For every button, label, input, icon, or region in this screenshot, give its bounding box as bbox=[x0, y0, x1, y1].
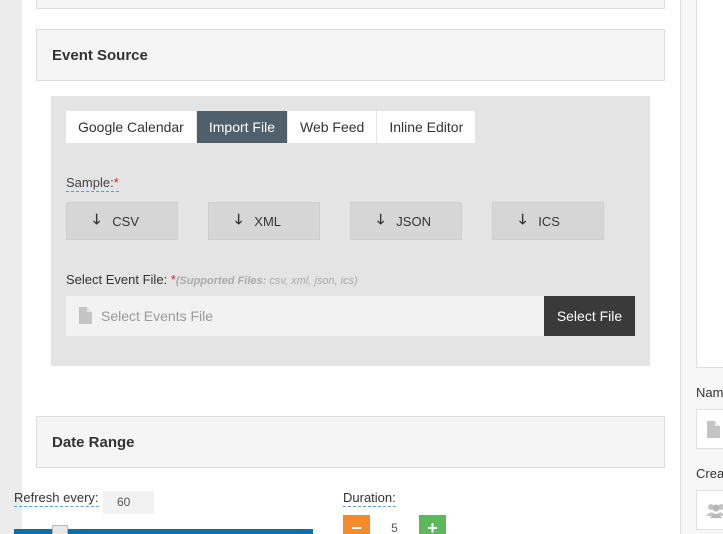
download-arrow-icon: 🡓 bbox=[93, 211, 101, 227]
sample-label: Sample:* bbox=[66, 175, 119, 192]
date-range-title: Date Range bbox=[52, 434, 135, 451]
events-file-input[interactable]: Select Events File bbox=[66, 296, 544, 336]
tab-google-calendar[interactable]: Google Calendar bbox=[66, 111, 197, 143]
sample-json-button[interactable]: 🡓 JSON bbox=[350, 202, 462, 240]
download-arrow-icon: 🡓 bbox=[377, 211, 385, 227]
tab-inline-editor[interactable]: Inline Editor bbox=[377, 111, 477, 143]
file-icon bbox=[707, 421, 720, 438]
sample-xml-button[interactable]: 🡓 XML bbox=[208, 202, 320, 240]
select-event-file-label: Select Event File: *(Supported Files: cs… bbox=[66, 272, 358, 287]
download-arrow-icon: 🡓 bbox=[235, 211, 243, 227]
refresh-slider-handle[interactable] bbox=[52, 525, 68, 534]
source-tabs: Google Calendar Import File Web Feed Inl… bbox=[66, 111, 477, 143]
event-source-header[interactable]: Event Source bbox=[36, 29, 665, 81]
sample-ics-button[interactable]: 🡓 ICS bbox=[492, 202, 604, 240]
right-sidebar-box bbox=[696, 0, 723, 368]
refresh-value-input[interactable]: 60 bbox=[103, 491, 154, 514]
sample-csv-button[interactable]: 🡓 CSV bbox=[66, 202, 178, 240]
duration-label: Duration: bbox=[343, 490, 396, 507]
name-field[interactable] bbox=[696, 409, 723, 449]
right-sidebar: Nam Crea bbox=[681, 0, 723, 534]
event-source-title: Event Source bbox=[52, 47, 148, 64]
date-range-header[interactable]: Date Range bbox=[36, 416, 665, 468]
duration-decrement-button[interactable]: − bbox=[343, 515, 370, 534]
created-label: Crea bbox=[696, 466, 723, 481]
file-icon bbox=[79, 307, 92, 324]
name-label: Nam bbox=[696, 385, 723, 400]
file-placeholder: Select Events File bbox=[101, 308, 214, 324]
sample-csv-label: CSV bbox=[112, 213, 140, 229]
required-marker: * bbox=[113, 175, 119, 190]
sample-ics-label: ICS bbox=[538, 213, 560, 229]
main-content: Event Source Google Calendar Import File… bbox=[22, 0, 681, 534]
sample-json-label: JSON bbox=[396, 213, 431, 229]
download-arrow-icon: 🡓 bbox=[519, 211, 527, 227]
created-by-field[interactable] bbox=[696, 490, 723, 530]
duration-increment-button[interactable]: + bbox=[419, 515, 446, 534]
tab-import-file[interactable]: Import File bbox=[196, 111, 288, 143]
sample-xml-label: XML bbox=[254, 213, 282, 229]
previous-section-box bbox=[36, 0, 665, 9]
tab-web-feed[interactable]: Web Feed bbox=[287, 111, 378, 143]
refresh-every-label: Refresh every: bbox=[14, 490, 99, 507]
supported-files-hint: (Supported Files: csv, xml, json, ics) bbox=[175, 275, 358, 287]
duration-value-input[interactable]: 5 bbox=[370, 515, 419, 534]
import-file-panel: Google Calendar Import File Web Feed Inl… bbox=[51, 96, 650, 366]
select-file-button[interactable]: Select File bbox=[544, 296, 635, 336]
users-icon bbox=[706, 504, 723, 518]
